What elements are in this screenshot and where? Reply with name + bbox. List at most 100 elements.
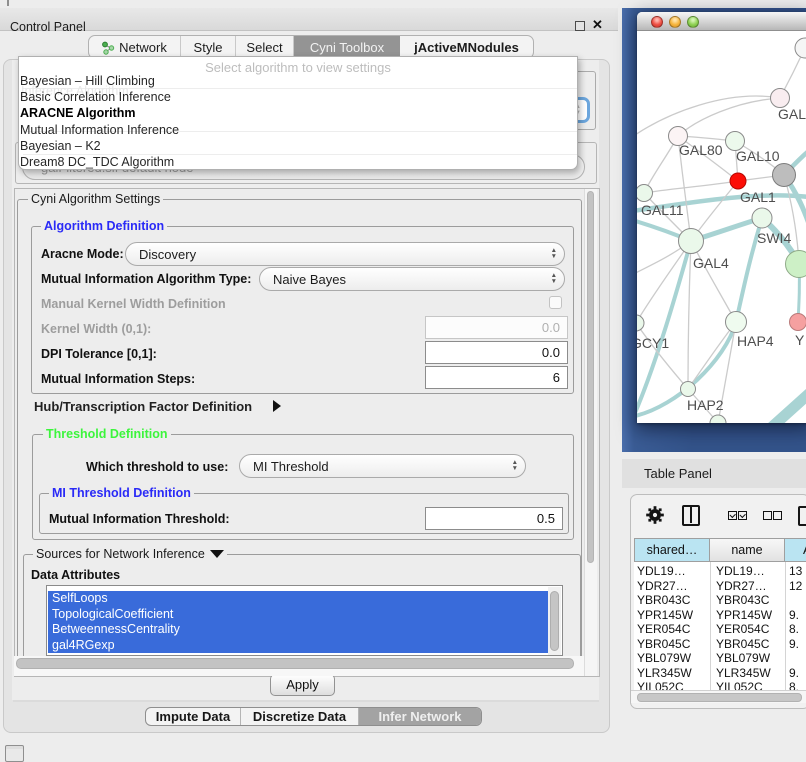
network-node[interactable] [790, 314, 806, 331]
select-all-icon[interactable] [728, 511, 737, 520]
attributes-scrollbar[interactable] [548, 587, 561, 655]
manual-kernel-label: Manual Kernel Width Definition [41, 297, 226, 311]
tab-network[interactable]: Network [89, 36, 181, 58]
network-node[interactable] [726, 312, 747, 333]
hub-definition-label[interactable]: Hub/Transcription Factor Definition [34, 399, 252, 414]
table-row[interactable]: YBL079WYBL079W [634, 651, 806, 665]
tab-jactivemnodules[interactable]: jActiveMNodules [400, 36, 533, 58]
minimized-panel-icon[interactable] [5, 745, 24, 762]
main-vertical-scrollbar-thumb[interactable] [587, 191, 594, 563]
network-node[interactable] [730, 173, 746, 189]
network-node-label: GAL11 [641, 202, 684, 218]
attribute-item[interactable]: gal4RGexp [48, 638, 550, 654]
column-header-partial[interactable]: A [785, 538, 806, 562]
network-node[interactable] [637, 185, 653, 202]
gear-icon[interactable] [646, 506, 664, 529]
node-table[interactable]: YDL19…YDL19…13YDR27…YDR27…12YBR043CYBR04… [634, 562, 806, 690]
minimize-window-icon[interactable] [669, 16, 681, 28]
close-panel-icon[interactable]: ✕ [592, 17, 603, 33]
bottom-tab-discretize-data[interactable]: Discretize Data [241, 708, 359, 725]
table-cell: YPR145W [716, 608, 772, 622]
attribute-item[interactable]: SelfLoops [48, 591, 550, 607]
bottom-tab-infer-network[interactable]: Infer Network [359, 708, 481, 725]
attribute-item[interactable]: TopologicalCoefficient [48, 607, 550, 623]
apply-button[interactable]: Apply [270, 674, 335, 696]
algorithm-option[interactable]: Dream8 DC_TDC Algorithm [20, 155, 174, 169]
table-row[interactable]: YPR145WYPR145W9. [634, 608, 806, 622]
data-attributes-list[interactable]: gal4RGexpBetweennessCentralityTopologica… [46, 585, 563, 656]
bottom-tab-impute-data[interactable]: Impute Data [146, 708, 241, 725]
table-row[interactable]: YBR045CYBR045C9. [634, 637, 806, 651]
algorithm-option[interactable]: Bayesian – K2 [20, 139, 101, 153]
algorithm-option[interactable]: Bayesian – Hill Climbing [20, 74, 155, 88]
table-cell: YER054C [637, 622, 690, 636]
tab-style[interactable]: Style [181, 36, 236, 58]
network-node-label: GAL4 [693, 255, 729, 271]
column-header-shared-name[interactable]: shared… [634, 538, 710, 562]
main-vertical-scrollbar[interactable] [584, 189, 597, 676]
combo-arrows-icon: ▲▼ [512, 460, 518, 472]
kernel-width-input[interactable]: 0.0 [425, 316, 568, 339]
network-node[interactable] [773, 164, 796, 187]
aracne-mode-combo[interactable]: Discovery ▲▼ [125, 242, 565, 266]
table-row[interactable]: YIL052CYIL052C8. [634, 680, 806, 690]
network-node[interactable] [752, 208, 772, 228]
deselect-all-icon-2[interactable] [773, 511, 782, 520]
bottom-tabbar: Impute DataDiscretize DataInfer Network [145, 707, 482, 726]
network-node[interactable] [786, 251, 806, 278]
manual-kernel-checkbox[interactable] [549, 296, 562, 309]
table-cell: YDR27… [716, 579, 767, 593]
table-cell: 9. [789, 637, 799, 651]
close-window-icon[interactable] [651, 16, 663, 28]
network-canvas[interactable]: GALGAL80GAL10GAL1GAL11SWI4GAL4GCY1HAP4YH… [637, 31, 806, 423]
main-horizontal-scrollbar-thumb[interactable] [16, 658, 574, 669]
mi-threshold-definition-title: MI Threshold Definition [49, 486, 194, 500]
control-panel-title: Control Panel [10, 20, 86, 34]
table-cell: YLR345W [716, 666, 771, 680]
combo-arrows-icon: ▲▼ [551, 273, 557, 285]
network-node[interactable] [795, 38, 806, 58]
combo-arrows-icon: ▲▼ [551, 248, 557, 260]
new-column-icon[interactable] [798, 506, 806, 526]
select-all-icon-2[interactable] [738, 511, 747, 520]
algorithm-option[interactable]: Mutual Information Inference [20, 123, 179, 137]
network-node[interactable] [771, 89, 790, 108]
dpi-tolerance-input[interactable]: 0.0 [425, 341, 568, 364]
tab-select[interactable]: Select [236, 36, 294, 58]
sources-title-row[interactable]: Sources for Network Inference [33, 547, 227, 561]
network-node[interactable] [637, 315, 644, 331]
algorithm-option[interactable]: ARACNE Algorithm [20, 106, 136, 120]
float-panel-icon[interactable] [575, 21, 585, 31]
dpi-tolerance-label: DPI Tolerance [0,1]: [41, 347, 157, 361]
column-header-name[interactable]: name [710, 538, 785, 562]
table-row[interactable]: YLR345WYLR345W9. [634, 666, 806, 680]
zoom-window-icon[interactable] [687, 16, 699, 28]
main-horizontal-scrollbar[interactable] [14, 656, 584, 676]
algorithm-option[interactable]: Basic Correlation Inference [20, 90, 171, 104]
table-cell: YBL079W [637, 651, 691, 665]
network-node[interactable] [681, 382, 696, 397]
expand-arrow-icon[interactable] [273, 400, 281, 412]
network-window-titlebar[interactable] [637, 12, 806, 31]
table-row[interactable]: YER054CYER054C8. [634, 622, 806, 636]
mi-type-combo[interactable]: Naive Bayes ▲▼ [259, 267, 565, 291]
mi-threshold-input[interactable]: 0.5 [425, 507, 563, 530]
table-cell: 9. [789, 666, 799, 680]
split-table-icon[interactable] [682, 505, 700, 526]
network-edge [637, 241, 691, 323]
table-row[interactable]: YDR27…YDR27…12 [634, 579, 806, 593]
network-edge [691, 241, 736, 322]
mi-steps-input[interactable]: 6 [425, 366, 568, 389]
algorithm-dropdown-prompt: Select algorithm to view settings [19, 60, 577, 75]
tab-cyni-toolbox[interactable]: Cyni Toolbox [294, 36, 400, 58]
network-node[interactable] [679, 229, 704, 254]
table-row[interactable]: YDL19…YDL19…13 [634, 564, 806, 578]
deselect-all-icon[interactable] [763, 511, 772, 520]
algorithm-dropdown: Select algorithm to view settings Infere… [18, 56, 578, 170]
table-horizontal-scrollbar-thumb[interactable] [637, 693, 802, 702]
table-row[interactable]: YBR043CYBR043C [634, 593, 806, 607]
attributes-scrollbar-thumb[interactable] [550, 591, 559, 651]
which-threshold-combo[interactable]: MI Threshold ▲▼ [239, 454, 526, 478]
table-horizontal-scrollbar[interactable] [631, 690, 806, 703]
attribute-item[interactable]: BetweennessCentrality [48, 622, 550, 638]
